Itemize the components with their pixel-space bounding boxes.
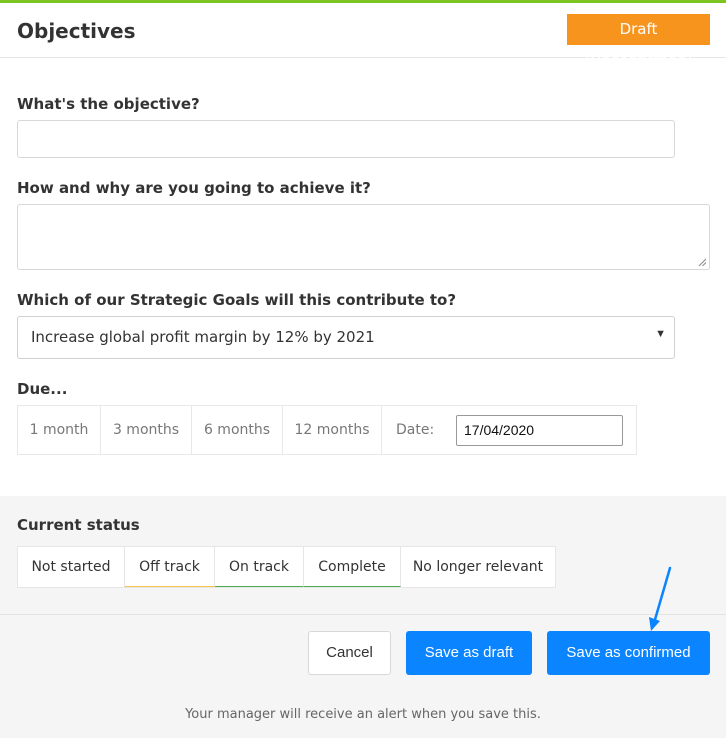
page-title: Objectives — [17, 19, 136, 43]
status-badge: Draft (Unconfirmed) — [567, 14, 710, 69]
due-label: Due... — [17, 380, 68, 398]
status-off-track[interactable]: Off track — [125, 547, 215, 587]
page-header: Objectives Draft (Unconfirmed) — [0, 3, 726, 69]
due-date-label: Date: — [396, 422, 435, 438]
arrow-pointer-icon — [649, 566, 672, 631]
save-draft-button[interactable]: Save as draft — [406, 631, 532, 675]
current-status-section: Current status Not started Off track On … — [0, 496, 726, 615]
due-date-input[interactable]: 17/04/2020 — [456, 415, 623, 446]
status-not-started[interactable]: Not started — [18, 547, 125, 587]
status-complete[interactable]: Complete — [304, 547, 401, 587]
due-option-12-months[interactable]: 12 months — [283, 406, 382, 454]
status-on-track[interactable]: On track — [215, 547, 304, 587]
how-why-textarea[interactable] — [17, 204, 710, 270]
status-no-longer-relevant[interactable]: No longer relevant — [401, 547, 555, 587]
due-options: 1 month 3 months 6 months 12 months Date… — [17, 405, 637, 455]
resize-grip-icon[interactable] — [698, 258, 706, 266]
strategic-goal-selected: Increase global profit margin by 12% by … — [31, 328, 375, 346]
objective-label: What's the objective? — [17, 95, 200, 113]
status-options: Not started Off track On track Complete … — [17, 546, 556, 588]
how-why-label: How and why are you going to achieve it? — [17, 179, 371, 197]
due-option-6-months[interactable]: 6 months — [192, 406, 283, 454]
objective-input[interactable] — [17, 120, 675, 158]
cancel-button[interactable]: Cancel — [308, 631, 391, 675]
current-status-label: Current status — [17, 516, 140, 534]
strategic-goal-label: Which of our Strategic Goals will this c… — [17, 291, 457, 309]
due-option-3-months[interactable]: 3 months — [101, 406, 192, 454]
caret-down-icon: ▼ — [655, 328, 666, 340]
footer-note: Your manager will receive an alert when … — [185, 707, 541, 722]
strategic-goal-select[interactable]: Increase global profit margin by 12% by … — [17, 316, 675, 359]
due-option-1-month[interactable]: 1 month — [18, 406, 101, 454]
save-confirmed-button[interactable]: Save as confirmed — [547, 631, 710, 675]
form-footer: Cancel Save as draft Save as confirmed Y… — [0, 615, 726, 738]
